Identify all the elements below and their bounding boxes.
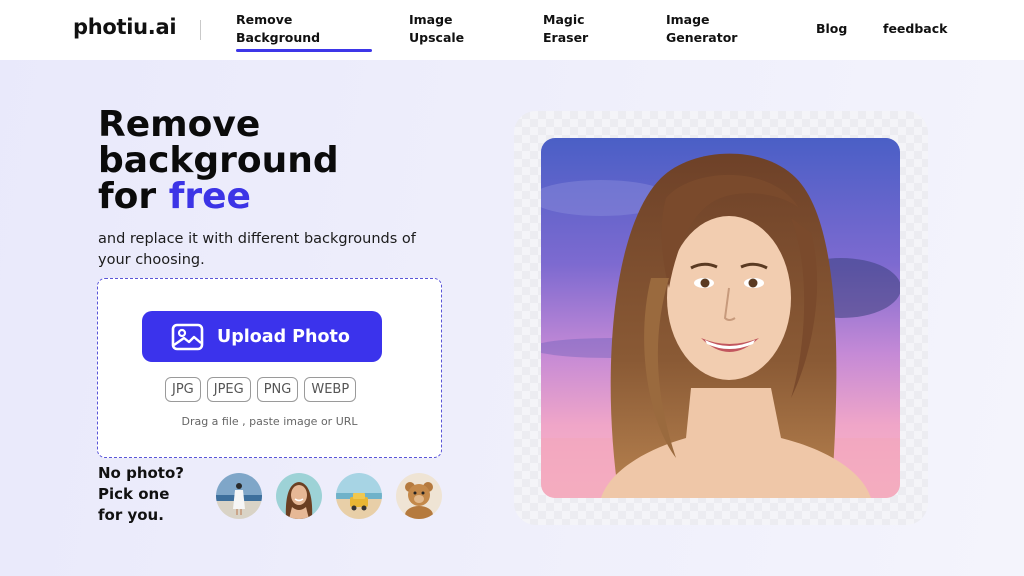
nav-image-upscale[interactable]: Image Upscale bbox=[409, 11, 464, 47]
sample-woman-beach-image bbox=[216, 473, 262, 519]
nav-magic-eraser[interactable]: Magic Eraser bbox=[543, 11, 588, 47]
format-badge-png: PNG bbox=[256, 377, 299, 402]
sample-woman-beach-thumbnail[interactable] bbox=[216, 473, 262, 519]
hero-title-line-2: background bbox=[98, 140, 339, 181]
sample-teddy-bear-image bbox=[396, 473, 442, 519]
sample-portrait-woman-thumbnail[interactable] bbox=[276, 473, 322, 519]
sample-car-beach-thumbnail[interactable] bbox=[336, 473, 382, 519]
nav-blog[interactable]: Blog bbox=[816, 20, 847, 38]
format-badge-webp: WEBP bbox=[304, 377, 357, 402]
sample-prompt: No photo? Pick one for you. bbox=[98, 464, 184, 524]
logo-divider bbox=[200, 20, 201, 40]
sample-car-beach-image bbox=[336, 473, 382, 519]
hero-subtitle: and replace it with different background… bbox=[98, 231, 416, 268]
nav-image-generator[interactable]: Image Generator bbox=[666, 11, 737, 47]
format-badge-jpeg: JPEG bbox=[206, 377, 251, 402]
format-badge-jpg: JPG bbox=[165, 377, 201, 402]
preview-image bbox=[541, 138, 900, 498]
hero-title-line-1: Remove bbox=[98, 104, 261, 145]
nav-active-indicator bbox=[236, 49, 372, 52]
hero-title: Remove background for free bbox=[98, 107, 339, 215]
hero-title-line-3: for free bbox=[98, 179, 339, 215]
upload-dropzone[interactable]: Upload Photo JPG JPEG PNG WEBP Drag a fi… bbox=[97, 278, 442, 458]
upload-photo-button[interactable]: Upload Photo bbox=[142, 311, 382, 362]
hero-title-accent: free bbox=[168, 176, 251, 217]
sample-portrait-woman-image bbox=[276, 473, 322, 519]
hero-title-prefix: for bbox=[98, 176, 169, 217]
nav-remove-background[interactable]: Remove Background bbox=[236, 11, 320, 47]
image-icon bbox=[171, 323, 204, 350]
logo[interactable]: photiu.ai bbox=[73, 15, 177, 39]
format-list: JPG JPEG PNG WEBP bbox=[165, 377, 357, 402]
upload-photo-label: Upload Photo bbox=[217, 326, 350, 347]
nav-feedback[interactable]: feedback bbox=[883, 20, 947, 38]
drag-hint: Drag a file , paste image or URL bbox=[181, 415, 358, 428]
top-nav-bar: photiu.ai Remove Background Image Upscal… bbox=[0, 0, 1024, 60]
sample-teddy-bear-thumbnail[interactable] bbox=[396, 473, 442, 519]
smiling-woman-sunset-portrait bbox=[541, 138, 900, 498]
